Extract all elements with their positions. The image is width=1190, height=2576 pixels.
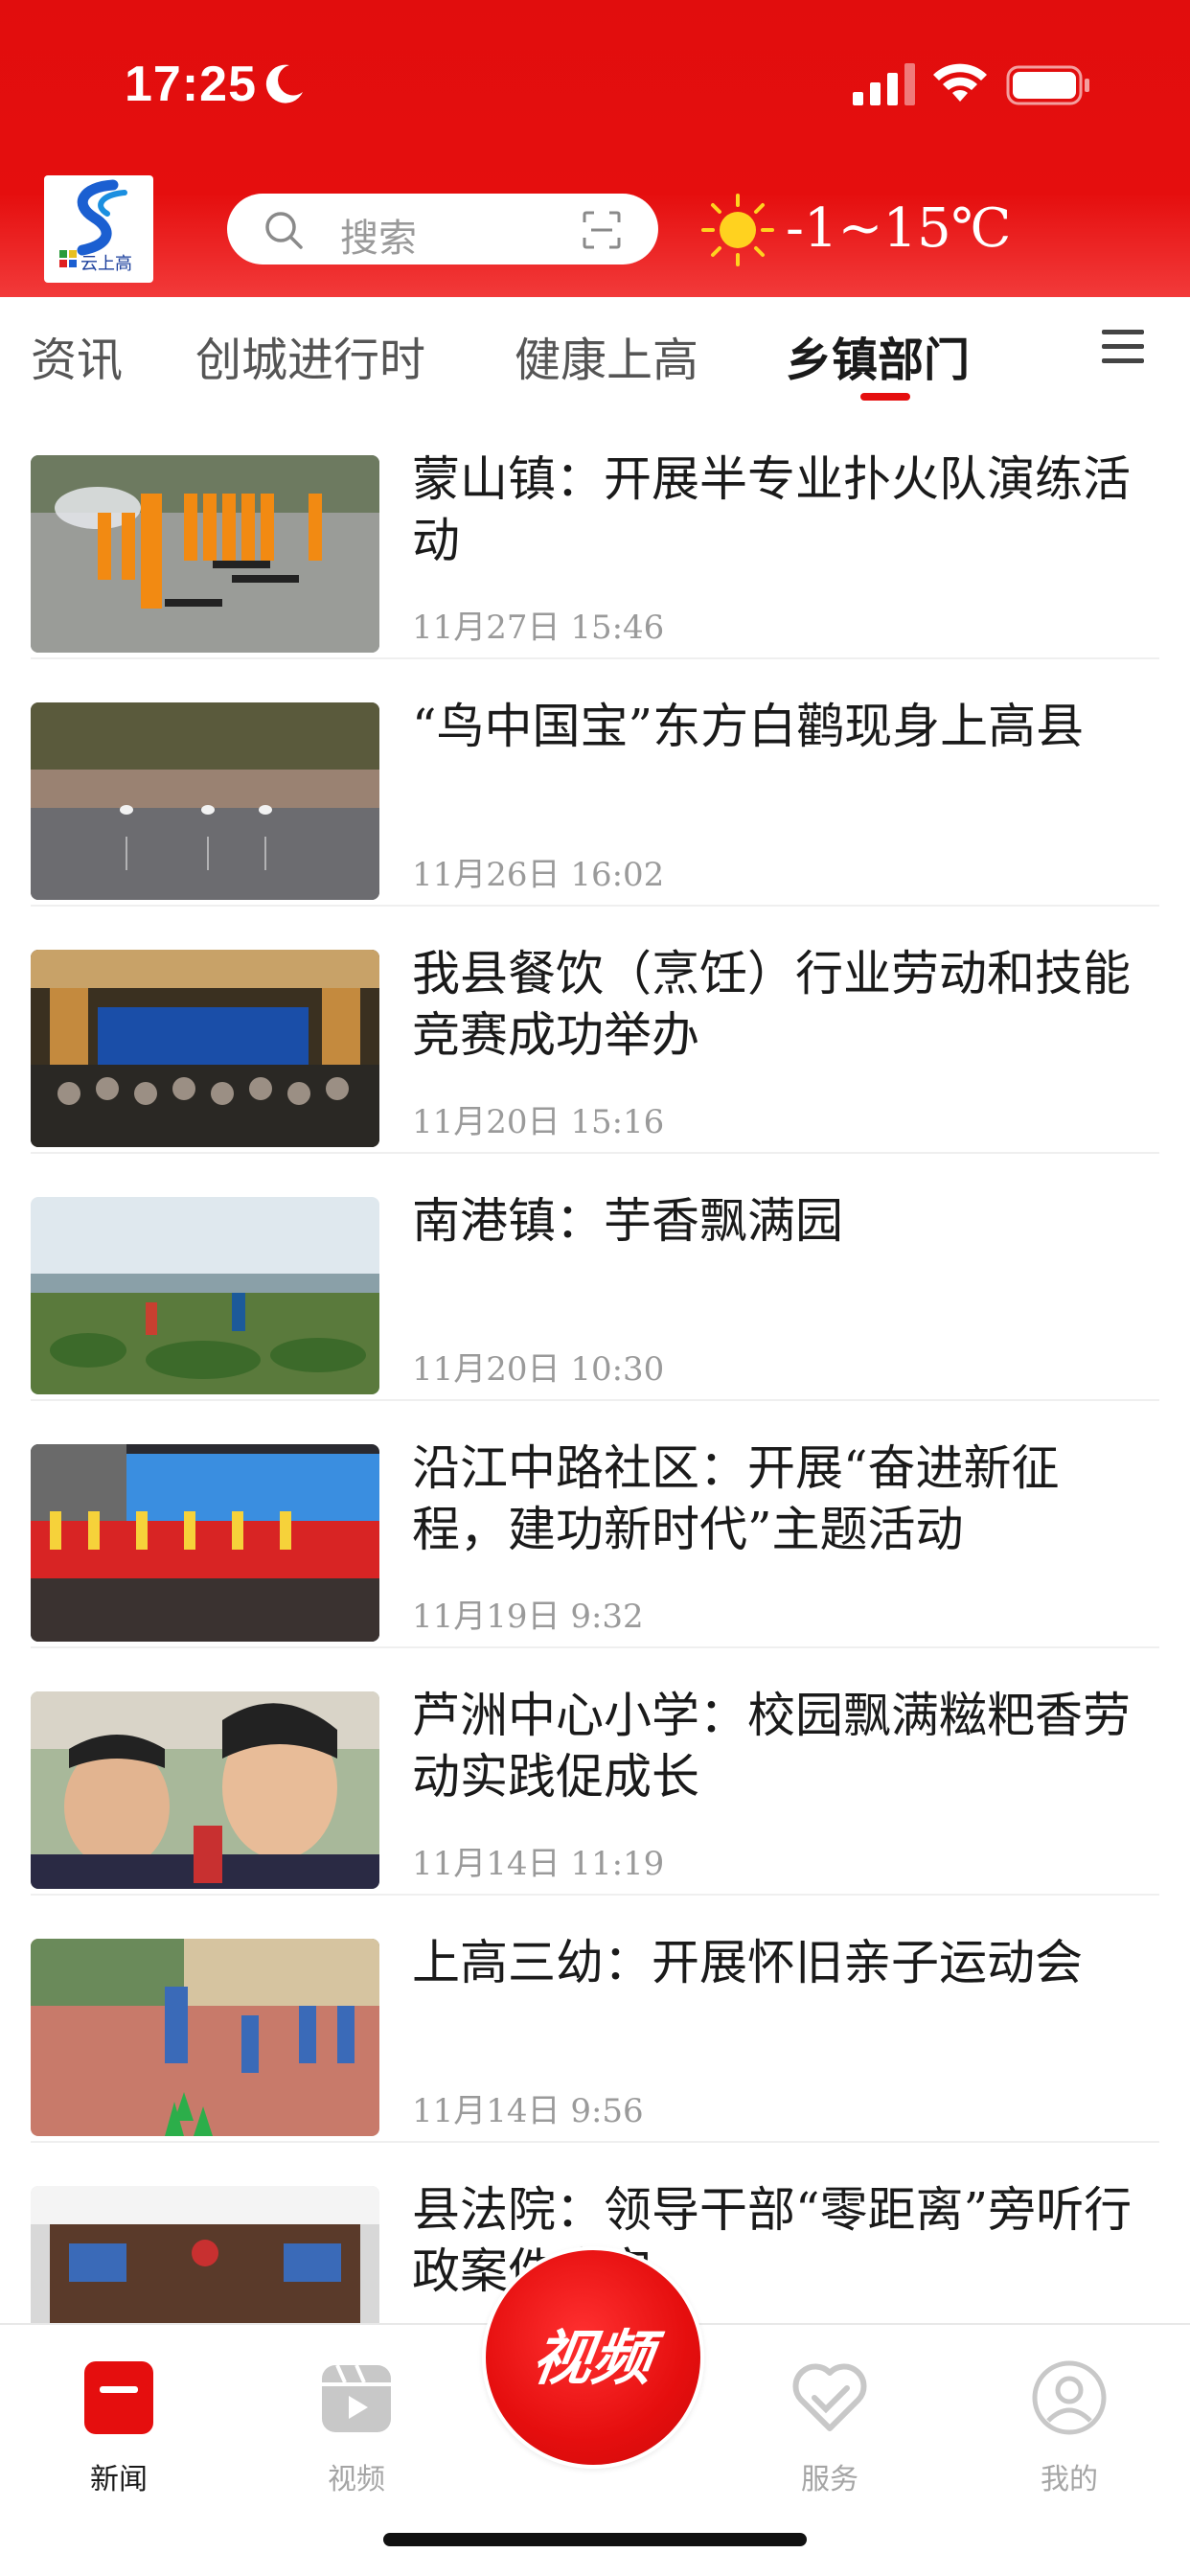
logo-text: 云上高: [80, 254, 132, 274]
news-time: 11月14日 9:56: [412, 2092, 644, 2130]
news-thumbnail: [31, 1444, 379, 1642]
sun-icon: [701, 194, 774, 266]
news-thumbnail: [31, 1939, 379, 2136]
news-icon: [84, 2361, 153, 2434]
news-time: 11月20日 10:30: [412, 1350, 665, 1389]
weather-temperature: -1~15℃: [786, 197, 1012, 260]
search-icon: [265, 212, 303, 249]
app-header: 17:25 云上高 搜索 -1~15℃: [0, 0, 1190, 297]
status-time: 17:25: [125, 57, 257, 112]
tabbar-mine[interactable]: 我的: [993, 2344, 1146, 2507]
news-time: 11月26日 16:02: [412, 856, 665, 894]
tab-xiangzhen[interactable]: 乡镇部门: [786, 322, 970, 389]
video-icon: [322, 2364, 391, 2432]
center-video-label: 视频: [528, 2323, 657, 2393]
tabbar-news[interactable]: 新闻: [42, 2344, 195, 2507]
active-tab-indicator: [860, 393, 910, 401]
tab-jiankang[interactable]: 健康上高: [515, 322, 698, 389]
wifi-icon: [933, 63, 987, 102]
scan-icon[interactable]: [582, 210, 622, 250]
news-title: 芦洲中心小学：校园飘满糍粑香劳动实践促成长: [412, 1688, 1131, 1805]
home-indicator[interactable]: [383, 2533, 807, 2546]
news-title: 上高三幼：开展怀旧亲子运动会: [412, 1935, 1083, 1990]
news-thumbnail: [31, 702, 379, 900]
news-title: 南港镇：芋香飘满园: [412, 1193, 843, 1249]
tabbar-video-label: 视频: [328, 2463, 385, 2496]
search-bar[interactable]: 搜索: [227, 194, 658, 264]
tabbar-service-label: 服务: [801, 2463, 858, 2496]
menu-icon[interactable]: [1100, 326, 1146, 368]
news-item[interactable]: 蒙山镇：开展半专业扑火队演练活动 11月27日 15:46: [0, 412, 1190, 659]
news-thumbnail: [31, 455, 379, 653]
news-item[interactable]: 上高三幼：开展怀旧亲子运动会 11月14日 9:56: [0, 1896, 1190, 2143]
center-video-button[interactable]: 视频: [482, 2246, 704, 2469]
moon-icon: [265, 64, 303, 104]
tabbar-service[interactable]: 服务: [753, 2344, 906, 2507]
cellular-signal-icon: [853, 63, 915, 105]
tab-zixun[interactable]: 资讯: [31, 322, 123, 389]
tabbar-mine-label: 我的: [1041, 2463, 1098, 2496]
news-time: 11月27日 15:46: [412, 609, 665, 647]
news-title: 我县餐饮（烹饪）行业劳动和技能竞赛成功举办: [412, 946, 1131, 1063]
category-tabs: 资讯 创城进行时 健康上高 乡镇部门: [0, 297, 1190, 412]
news-title: “鸟中国宝”东方白鹳现身上高县: [412, 699, 1085, 754]
news-thumbnail: [31, 950, 379, 1147]
news-item[interactable]: 南港镇：芋香飘满园 11月20日 10:30: [0, 1154, 1190, 1401]
news-time: 11月19日 9:32: [412, 1598, 644, 1636]
tabbar-news-label: 新闻: [90, 2463, 148, 2496]
news-item[interactable]: 我县餐饮（烹饪）行业劳动和技能竞赛成功举办 11月20日 15:16: [0, 907, 1190, 1154]
news-item[interactable]: “鸟中国宝”东方白鹳现身上高县 11月26日 16:02: [0, 659, 1190, 907]
tab-chuangcheng[interactable]: 创城进行时: [195, 322, 425, 389]
news-item[interactable]: 沿江中路社区：开展“奋进新征程，建功新时代”主题活动 11月19日 9:32: [0, 1401, 1190, 1648]
news-time: 11月14日 11:19: [412, 1845, 665, 1883]
tabbar-video[interactable]: 视频: [280, 2344, 433, 2507]
news-thumbnail: [31, 1197, 379, 1394]
news-item[interactable]: 芦洲中心小学：校园飘满糍粑香劳动实践促成长 11月14日 11:19: [0, 1648, 1190, 1896]
battery-icon: [1006, 65, 1089, 105]
news-title: 沿江中路社区：开展“奋进新征程，建功新时代”主题活动: [412, 1440, 1060, 1557]
news-time: 11月20日 15:16: [412, 1103, 665, 1141]
app-logo[interactable]: 云上高: [44, 175, 153, 283]
search-placeholder: 搜索: [340, 217, 417, 261]
news-title: 蒙山镇：开展半专业扑火队演练活动: [412, 451, 1131, 568]
profile-icon: [1032, 2360, 1107, 2435]
news-thumbnail: [31, 1691, 379, 1889]
service-heart-icon: [792, 2363, 867, 2431]
